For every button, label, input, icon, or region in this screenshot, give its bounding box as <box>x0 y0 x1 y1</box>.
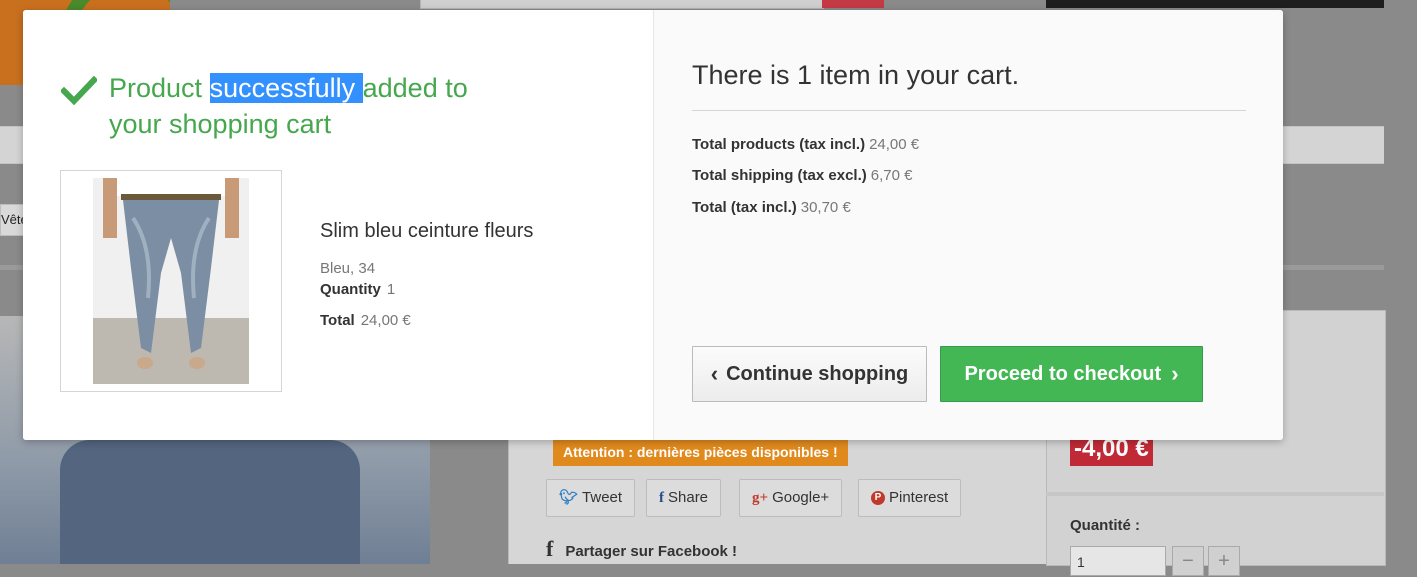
total-products-value: 24,00 € <box>869 136 920 153</box>
product-name: Slim bleu ceinture fleurs <box>320 220 534 242</box>
product-photo-detail <box>60 440 360 564</box>
quantity-minus-button[interactable]: − <box>1172 546 1204 576</box>
total-products-row: Total products (tax incl.) 24,00 € <box>692 136 919 153</box>
facebook-icon: f <box>546 536 554 561</box>
pinterest-label: Pinterest <box>889 489 949 506</box>
cart-block[interactable] <box>1046 0 1384 8</box>
chevron-right-icon: › <box>1171 361 1179 386</box>
search-input[interactable] <box>420 0 824 9</box>
pinterest-icon: P <box>871 491 885 505</box>
share-button[interactable]: f Share <box>646 479 722 517</box>
modal-product-panel: Product successfully added to your shopp… <box>23 10 653 440</box>
success-message: Product successfully added to your shopp… <box>61 70 501 142</box>
cart-count-title: There is 1 item in your cart. <box>692 60 1020 90</box>
title-part-1: Product <box>109 73 210 103</box>
product-attributes: Bleu, 34 <box>320 260 376 277</box>
quantity-value: 1 <box>386 281 396 298</box>
google-plus-label: Google+ <box>772 489 830 506</box>
tweet-button[interactable]: 🐦︎ Tweet <box>546 479 636 517</box>
product-image <box>93 178 249 384</box>
total-shipping-label: Total shipping (tax excl.) <box>692 167 867 184</box>
total-label: Total (tax incl.) <box>692 199 797 216</box>
success-title: Product successfully added to your shopp… <box>109 70 501 142</box>
quantity-input[interactable]: 1 <box>1070 546 1166 576</box>
chevron-left-icon: ‹ <box>710 361 719 386</box>
facebook-share-link[interactable]: f Partager sur Facebook ! <box>546 536 737 562</box>
twitter-icon: 🐦︎ <box>559 489 579 506</box>
total-row: Total (tax incl.) 30,70 € <box>692 199 851 216</box>
product-thumbnail <box>60 170 282 392</box>
facebook-share-label: Partager sur Facebook ! <box>565 543 738 560</box>
total-shipping-value: 6,70 € <box>870 167 913 184</box>
last-items-warning: Attention : dernières pièces disponibles… <box>553 438 848 466</box>
product-total: Total 24,00 € <box>320 312 411 329</box>
proceed-to-checkout-label: Proceed to checkout <box>964 362 1162 385</box>
product-quantity: Quantity 1 <box>320 281 395 298</box>
continue-shopping-label: Continue shopping <box>726 362 909 385</box>
total-value: 30,70 € <box>800 199 851 216</box>
cart-divider <box>692 110 1246 111</box>
tweet-label: Tweet <box>582 489 623 506</box>
quantity-plus-button[interactable]: + <box>1208 546 1240 576</box>
product-total-value: 24,00 € <box>360 312 411 329</box>
check-icon <box>61 76 97 106</box>
product-total-label: Total <box>320 312 355 329</box>
proceed-to-checkout-button[interactable]: Proceed to checkout › <box>940 346 1203 402</box>
add-to-cart-modal: Product successfully added to your shopp… <box>23 10 1283 440</box>
title-selected-text: successfully <box>209 73 363 103</box>
quantity-label: Quantity <box>320 281 381 298</box>
share-label: Share <box>668 489 709 506</box>
continue-shopping-button[interactable]: ‹ Continue shopping <box>692 346 927 402</box>
modal-cart-panel: ✕ There is 1 item in your cart. Total pr… <box>653 10 1283 440</box>
search-button[interactable] <box>822 0 884 8</box>
google-plus-button[interactable]: g+ Google+ <box>739 479 843 517</box>
google-plus-icon: g+ <box>752 490 769 506</box>
quantity-label: Quantité : <box>1070 517 1140 534</box>
pinterest-button[interactable]: P Pinterest <box>858 479 962 517</box>
buy-box-divider <box>1046 492 1384 496</box>
total-shipping-row: Total shipping (tax excl.) 6,70 € <box>692 167 912 184</box>
facebook-icon: f <box>659 490 664 506</box>
total-products-label: Total products (tax incl.) <box>692 136 866 153</box>
